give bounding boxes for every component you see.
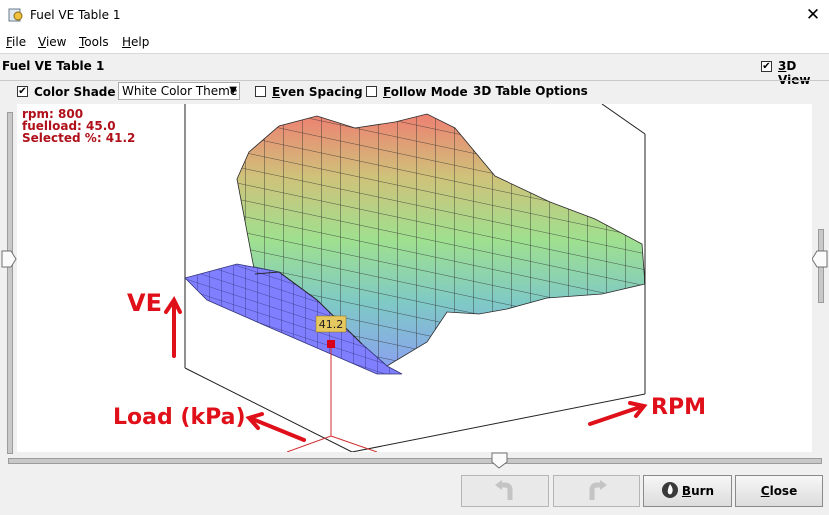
burn-icon bbox=[661, 482, 678, 498]
undo-icon bbox=[495, 480, 513, 500]
load-annotation: Load (kPa) bbox=[113, 405, 246, 430]
rpm-annotation: RPM bbox=[651, 395, 706, 420]
redo-button[interactable] bbox=[553, 475, 640, 507]
horizontal-slider-thumb[interactable] bbox=[491, 452, 508, 469]
burn-button[interactable]: Burn bbox=[643, 475, 732, 507]
ve-annotation: VE bbox=[127, 289, 162, 317]
horizontal-slider[interactable] bbox=[8, 458, 822, 464]
close-button[interactable]: Close bbox=[735, 475, 823, 507]
redo-icon bbox=[589, 480, 607, 500]
annotation-layer: VE Load (kPa) RPM bbox=[113, 289, 706, 442]
undo-button[interactable] bbox=[461, 475, 549, 507]
